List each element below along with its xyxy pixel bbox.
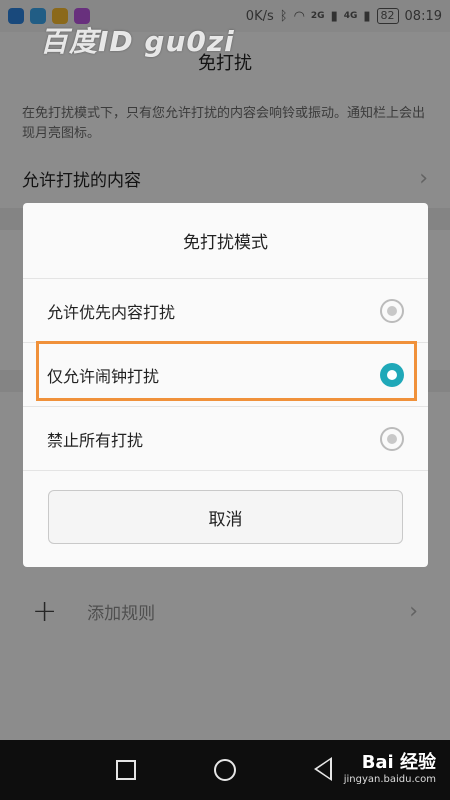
recent-apps-icon[interactable]	[116, 760, 136, 780]
option-total-silence[interactable]: 禁止所有打扰	[23, 407, 428, 471]
radio-unselected-icon[interactable]	[380, 298, 404, 323]
dnd-mode-dialog: 免打扰模式 允许优先内容打扰 仅允许闹钟打扰 禁止所有打扰 取消	[23, 203, 428, 567]
option-label: 允许优先内容打扰	[47, 302, 176, 322]
home-icon[interactable]	[214, 759, 236, 781]
baidu-jingyan-logo: Bai 经验 jingyan.baidu.com	[343, 752, 436, 785]
dialog-title: 免打扰模式	[23, 203, 428, 279]
back-icon[interactable]	[314, 757, 332, 781]
option-priority[interactable]: 允许优先内容打扰	[23, 279, 428, 343]
cancel-button[interactable]: 取消	[48, 490, 403, 544]
radio-unselected-icon[interactable]	[380, 426, 404, 451]
highlight-box	[36, 341, 417, 401]
option-label: 禁止所有打扰	[47, 430, 144, 450]
